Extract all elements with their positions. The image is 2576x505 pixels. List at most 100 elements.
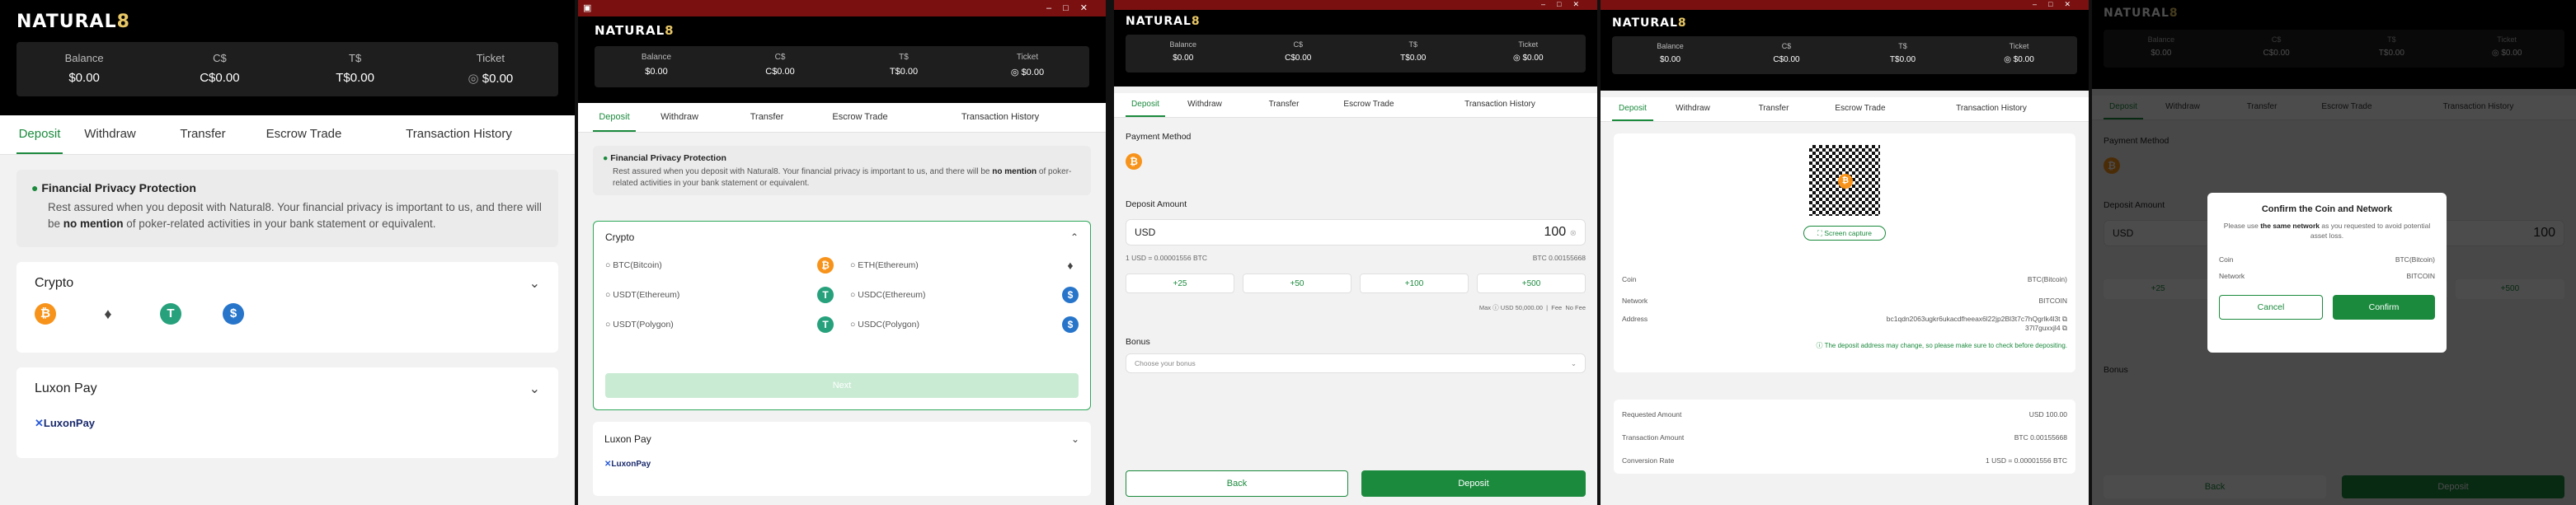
tab-escrow-trade[interactable]: Escrow Trade [248,115,360,154]
copy-icon[interactable]: ⧉ [2062,324,2067,332]
tab-transaction-history[interactable]: Transaction History [910,103,1091,132]
balance-item: Balance$0.00 [1169,40,1197,63]
dialog-coin-row: Coin BTC(Bitcoin) [2219,255,2435,264]
bitcoin-icon: ₿ [817,257,834,274]
dialog-title: Confirm the Coin and Network [2261,204,2393,214]
window-titlebar: ▣ –□✕ [578,0,1106,16]
next-button[interactable]: Next [605,373,1079,398]
logo: NATURAL8 [595,23,675,38]
deposit-button[interactable]: Deposit [1361,470,1586,497]
luxonpay-logo: ✕LuxonPay [35,417,96,429]
tab-bar: Deposit Withdraw Transfer Escrow Trade T… [0,115,575,155]
tab-withdraw[interactable]: Withdraw [1653,97,1732,121]
tab-transaction-history[interactable]: Transaction History [360,115,558,154]
logo: NATURAL8 [16,12,130,32]
tab-bar: Deposit Withdraw Transfer Escrow Trade T… [1601,97,2089,122]
deposit-amount-label: Deposit Amount [1126,199,1187,209]
tab-transaction-history[interactable]: Transaction History [1414,93,1586,117]
limits-row: Max ⓘ USD 50,000.00 | Fee No Fee [1478,304,1586,311]
tab-deposit[interactable]: Deposit [16,115,63,154]
window-controls[interactable]: –□✕ [1541,0,1591,9]
luxon-section[interactable]: Luxon Pay ⌄ ✕LuxonPay [16,367,558,458]
balance-item: Ticket◎ $0.00 [2004,42,2034,64]
crypto-option-usdc-polygon[interactable]: ○ USDC(Polygon) $ [850,314,1079,335]
cancel-button[interactable]: Cancel [2219,295,2323,320]
coin-row: Coin BTC(Bitcoin) [1622,275,2067,283]
bitcoin-icon[interactable]: ₿ [1126,153,1142,170]
panel-confirm-dialog: NATURAL8 Balance$0.00 C$C$0.00 T$T$0.00 … [2092,0,2576,505]
balance-item: C$C$0.00 [1285,40,1312,63]
crypto-option-usdt-eth[interactable]: ○ USDT(Ethereum) T [605,284,834,306]
clear-icon[interactable]: ⊗ [1570,229,1577,238]
window-controls[interactable]: –□✕ [2033,0,2082,9]
crypto-option-usdt-polygon[interactable]: ○ USDT(Polygon) T [605,314,834,335]
qr-code: ₿ [1806,142,1883,219]
tab-deposit[interactable]: Deposit [1126,93,1165,117]
crypto-section[interactable]: Crypto ⌄ ₿ ♦ T $ [16,262,558,353]
crypto-option-btc[interactable]: ○ BTC(Bitcoin) ₿ [605,255,834,276]
quick-amount-50[interactable]: +50 [1243,274,1351,293]
chevron-up-icon[interactable]: ⌃ [1070,231,1079,243]
confirm-button[interactable]: Confirm [2333,295,2435,320]
quick-amount-25[interactable]: +25 [1126,274,1234,293]
tab-transfer[interactable]: Transfer [1244,93,1323,117]
tab-transfer[interactable]: Transfer [723,103,811,132]
window-icon: ▣ [583,3,592,13]
chevron-down-icon: ⌄ [1070,433,1079,445]
crypto-option-usdc-eth[interactable]: ○ USDC(Ethereum) $ [850,284,1079,306]
screen-capture-button[interactable]: ⛶ Screen capture [1803,226,1886,241]
panel-deposit-address: –□✕ NATURAL8 Balance $0.00 C$ C$0.00 T$ T$0… [1601,0,2089,505]
tab-withdraw[interactable]: Withdraw [63,115,157,154]
header: NATURAL8 Balance$0.00 C$C$0.00 T$T$0.00 … [1601,10,2089,91]
quick-amount-500[interactable]: +500 [1477,274,1586,293]
back-button[interactable]: Back [1126,470,1348,497]
tab-transfer[interactable]: Transfer [157,115,248,154]
panel-deposit-methods-large: NATURAL8 Balance $0.00 C$ C$0.00 T$ T$0.00 … [0,0,575,505]
chevron-down-icon: ⌄ [1570,358,1577,367]
bitcoin-icon: ₿ [1838,174,1853,189]
balance-item: T$T$0.00 [336,52,374,85]
tab-bar: Deposit Withdraw Transfer Escrow Trade T… [1114,93,1597,118]
copy-icon[interactable]: ⧉ [2062,315,2067,323]
balance-item: T$T$0.00 [889,53,919,77]
logo: NATURAL8 [1612,16,1687,30]
logo: NATURAL8 [1126,15,1201,28]
privacy-notice: ● Financial Privacy Protection Rest assu… [593,146,1091,195]
tab-deposit[interactable]: Deposit [593,103,636,132]
luxon-section[interactable]: Luxon Pay ⌄ ✕LuxonPay [593,422,1091,496]
network-row: Network BITCOIN [1622,297,2067,305]
tab-withdraw[interactable]: Withdraw [636,103,723,132]
quick-amount-100[interactable]: +100 [1360,274,1469,293]
tab-deposit[interactable]: Deposit [1612,97,1653,121]
tab-escrow-trade[interactable]: Escrow Trade [811,103,910,132]
balance-item: C$C$0.00 [1773,42,1800,64]
tab-transfer[interactable]: Transfer [1732,97,1815,121]
amount-input[interactable]: USD 100 ⊗ [1126,219,1586,245]
balance-bar: Balance$0.00 C$C$0.00 T$T$0.00 Ticket◎ $… [595,46,1089,87]
chevron-down-icon: ⌄ [529,277,540,291]
tab-transaction-history[interactable]: Transaction History [1906,97,2077,121]
tab-bar: Deposit Withdraw Transfer Escrow Trade T… [578,103,1106,133]
ticket-icon: ◎ [468,72,479,86]
window-controls[interactable]: –□✕ [1046,2,1099,13]
balance-item: Balance$0.00 [1657,42,1684,64]
bonus-select[interactable]: Choose your bonus ⌄ [1126,353,1586,373]
tether-icon: T [817,316,834,333]
balance-item: T$T$0.00 [1889,42,1916,64]
address-row: Address bc1qdn2063ugkr6ukacdfheeax6l22jp2… [1622,315,2067,332]
balance-item: Balance$0.00 [641,53,672,77]
crypto-option-eth[interactable]: ○ ETH(Ethereum) ♦ [850,255,1079,276]
bitcoin-icon: ₿ [35,303,56,325]
balance-item: Ticket◎ $0.00 [1512,40,1544,63]
balance-item: Balance$0.00 [64,52,104,85]
balance-item: T$T$0.00 [1400,40,1427,63]
tab-escrow-trade[interactable]: Escrow Trade [1815,97,1906,121]
tab-escrow-trade[interactable]: Escrow Trade [1323,93,1414,117]
panel-crypto-select: ▣ –□✕ NATURAL8 Balance $0.00 C$ C$0.00 T$ T$… [578,0,1106,505]
balance-bar: Balance$0.00 C$C$0.00 T$T$0.00 Ticket◎ $… [1612,36,2077,74]
balance-item: C$C$0.00 [765,53,795,77]
usdc-icon: $ [1062,287,1079,303]
requested-amount-row: Requested Amount USD 100.00 [1622,410,2067,418]
window-titlebar: –□✕ [1114,0,1597,10]
tab-withdraw[interactable]: Withdraw [1165,93,1244,117]
